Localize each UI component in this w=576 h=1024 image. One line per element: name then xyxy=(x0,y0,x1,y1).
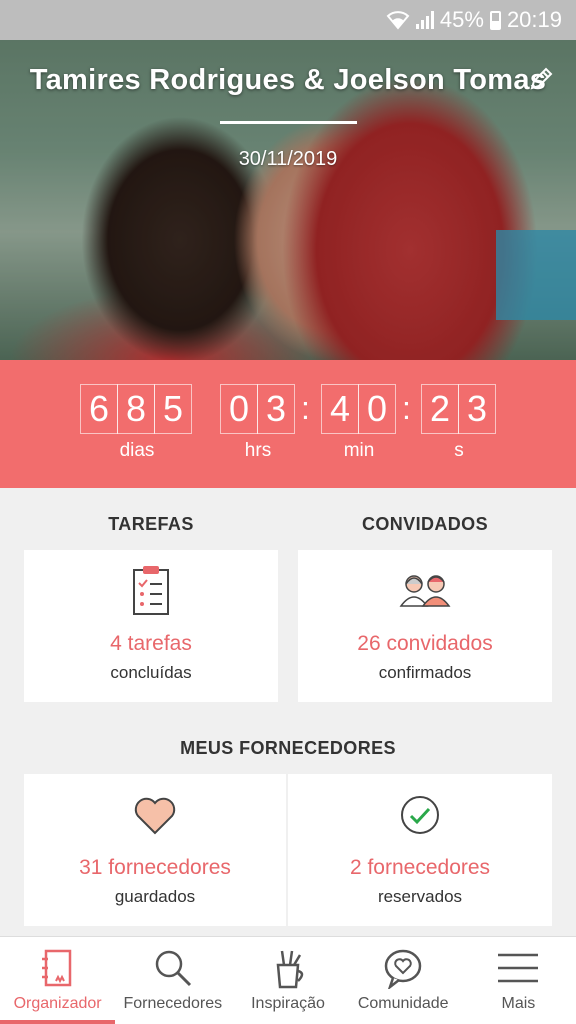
guests-people-icon xyxy=(399,575,451,607)
tasks-status: concluídas xyxy=(110,663,192,682)
bottom-navigation: Organizador Fornecedores Inspiração Comu… xyxy=(0,936,576,1024)
saved-vendors-count: 31 fornecedores xyxy=(79,856,231,879)
countdown-minutes: 4 0 xyxy=(321,384,396,434)
countdown-days-label: dias xyxy=(119,440,155,461)
countdown-digit: 0 xyxy=(358,384,396,434)
heart-icon xyxy=(134,797,176,835)
edit-pencil-icon[interactable] xyxy=(528,66,554,92)
booked-vendors-status: reservados xyxy=(377,887,463,906)
tasks-heading: TAREFAS xyxy=(108,514,194,534)
nav-label: Fornecedores xyxy=(123,995,223,1012)
tasks-count: 4 tarefas xyxy=(110,632,192,655)
clock: 20:19 xyxy=(506,7,562,32)
countdown-separator: : xyxy=(402,390,411,426)
couple-names: Tamires Rodrigues & Joelson Tomas xyxy=(29,64,547,96)
nav-item-inspiracao[interactable]: Inspiração xyxy=(230,937,345,1024)
brushes-cup-icon xyxy=(276,950,304,989)
countdown-digit: 5 xyxy=(154,384,192,434)
signal-icon xyxy=(415,11,434,29)
notebook-icon xyxy=(41,949,71,987)
countdown-hours: 0 3 xyxy=(220,384,295,434)
guests-count: 26 convidados xyxy=(357,632,493,655)
tasks-card[interactable]: 4 tarefas concluídas xyxy=(24,550,278,702)
countdown-digit: 6 xyxy=(80,384,118,434)
nav-item-organizador[interactable]: Organizador xyxy=(0,937,116,1024)
check-circle-icon xyxy=(401,796,439,834)
countdown-banner: 6 8 5 0 3 : 4 0 : 2 3 dias hrs min s xyxy=(0,360,576,488)
guests-status: confirmados xyxy=(378,663,472,682)
nav-item-mais[interactable]: Mais xyxy=(461,937,576,1024)
booked-vendors-card[interactable]: 2 fornecedores reservados xyxy=(288,774,552,926)
nav-item-comunidade[interactable]: Comunidade xyxy=(346,937,461,1024)
saved-vendors-card[interactable]: 31 fornecedores guardados xyxy=(24,774,286,926)
countdown-days: 6 8 5 xyxy=(80,384,192,434)
nav-label: Organizador xyxy=(13,995,102,1012)
status-bar: 45% 20:19 xyxy=(0,0,576,40)
battery-percent: 45% xyxy=(439,7,484,32)
countdown-hours-label: hrs xyxy=(244,440,272,461)
booked-vendors-count: 2 fornecedores xyxy=(349,856,491,879)
menu-icon xyxy=(498,953,539,983)
countdown-digit: 3 xyxy=(458,384,496,434)
countdown-digit: 0 xyxy=(220,384,258,434)
search-icon xyxy=(155,950,191,987)
battery-icon xyxy=(489,10,501,30)
nav-label: Inspiração xyxy=(251,995,325,1012)
clipboard-checklist-icon xyxy=(133,566,169,615)
nav-label: Comunidade xyxy=(357,995,449,1012)
countdown-seconds-label: s xyxy=(454,440,464,461)
guests-card[interactable]: 26 convidados confirmados xyxy=(298,550,552,702)
countdown-minutes-label: min xyxy=(343,440,375,461)
nav-label: Mais xyxy=(501,995,536,1012)
title-divider xyxy=(220,121,357,124)
wifi-icon xyxy=(386,11,410,30)
active-tab-indicator xyxy=(0,1020,116,1024)
countdown-digit: 3 xyxy=(257,384,295,434)
countdown-digit: 8 xyxy=(117,384,155,434)
countdown-separator: : xyxy=(301,390,310,426)
saved-vendors-status: guardados xyxy=(114,887,196,906)
wedding-date: 30/11/2019 xyxy=(238,148,338,170)
chat-heart-icon xyxy=(384,949,422,989)
nav-item-fornecedores[interactable]: Fornecedores xyxy=(115,937,230,1024)
vendors-heading: MEUS FORNECEDORES xyxy=(180,738,396,758)
countdown-digit: 2 xyxy=(421,384,459,434)
countdown-seconds: 2 3 xyxy=(421,384,496,434)
guests-heading: CONVIDADOS xyxy=(361,514,488,534)
countdown-digit: 4 xyxy=(321,384,359,434)
